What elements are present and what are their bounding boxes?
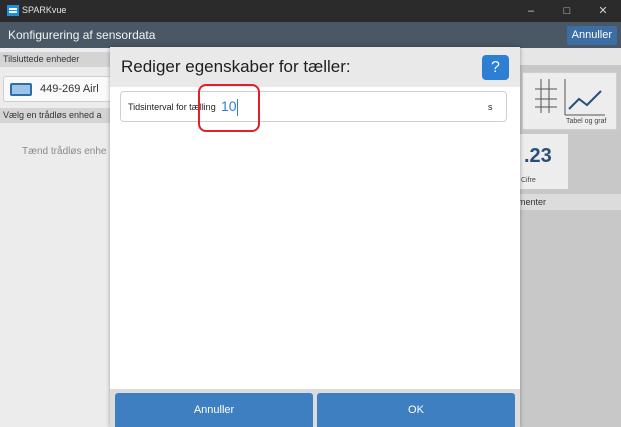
wireless-devices-label: Vælg en trådløs enhed a [0, 108, 112, 123]
comments-label: menter [518, 197, 547, 207]
digits-value: .23 [524, 145, 552, 167]
close-window-button[interactable]: ✕ [588, 3, 618, 19]
header-cancel-button[interactable]: Annuller [566, 26, 617, 45]
ok-button[interactable]: OK [317, 393, 515, 427]
table-graph-label: Tabel og graf [566, 118, 607, 125]
devices-panel [0, 48, 120, 427]
edit-counter-dialog: Rediger egenskaber for tæller: ? Tidsint… [110, 47, 520, 427]
digits-label: Cifre [521, 177, 536, 184]
app-header: Konfigurering af sensordata Annuller [0, 22, 621, 48]
cancel-button[interactable]: Annuller [115, 393, 313, 427]
template-panel-header [516, 48, 621, 65]
window-titlebar: SPARKvue – □ ✕ [0, 0, 621, 22]
sensor-device-row[interactable]: 449-269 Airl [3, 76, 118, 102]
window-title: SPARKvue [22, 5, 67, 15]
help-button[interactable]: ? [482, 55, 509, 80]
count-interval-unit: s [488, 102, 493, 112]
sparkvue-logo-icon [7, 5, 19, 16]
dialog-header: Rediger egenskaber for tæller: ? [110, 47, 520, 87]
sensor-device-name: 449-269 Airl [40, 83, 99, 95]
dialog-title: Rediger egenskaber for tæller: [121, 57, 351, 76]
dialog-footer: Annuller OK [110, 389, 520, 427]
connected-devices-label: Tilsluttede enheder [0, 52, 120, 67]
highlight-annotation [198, 84, 260, 132]
sensor-icon [10, 83, 32, 96]
comments-bar: menter [516, 194, 621, 210]
minimize-button[interactable]: – [516, 3, 546, 19]
count-interval-field[interactable]: Tidsinterval for tælling 10 s [120, 91, 507, 122]
page-title: Konfigurering af sensordata [8, 28, 156, 42]
wireless-message: Tænd trådløs enhe [22, 146, 107, 157]
maximize-button[interactable]: □ [552, 3, 582, 19]
